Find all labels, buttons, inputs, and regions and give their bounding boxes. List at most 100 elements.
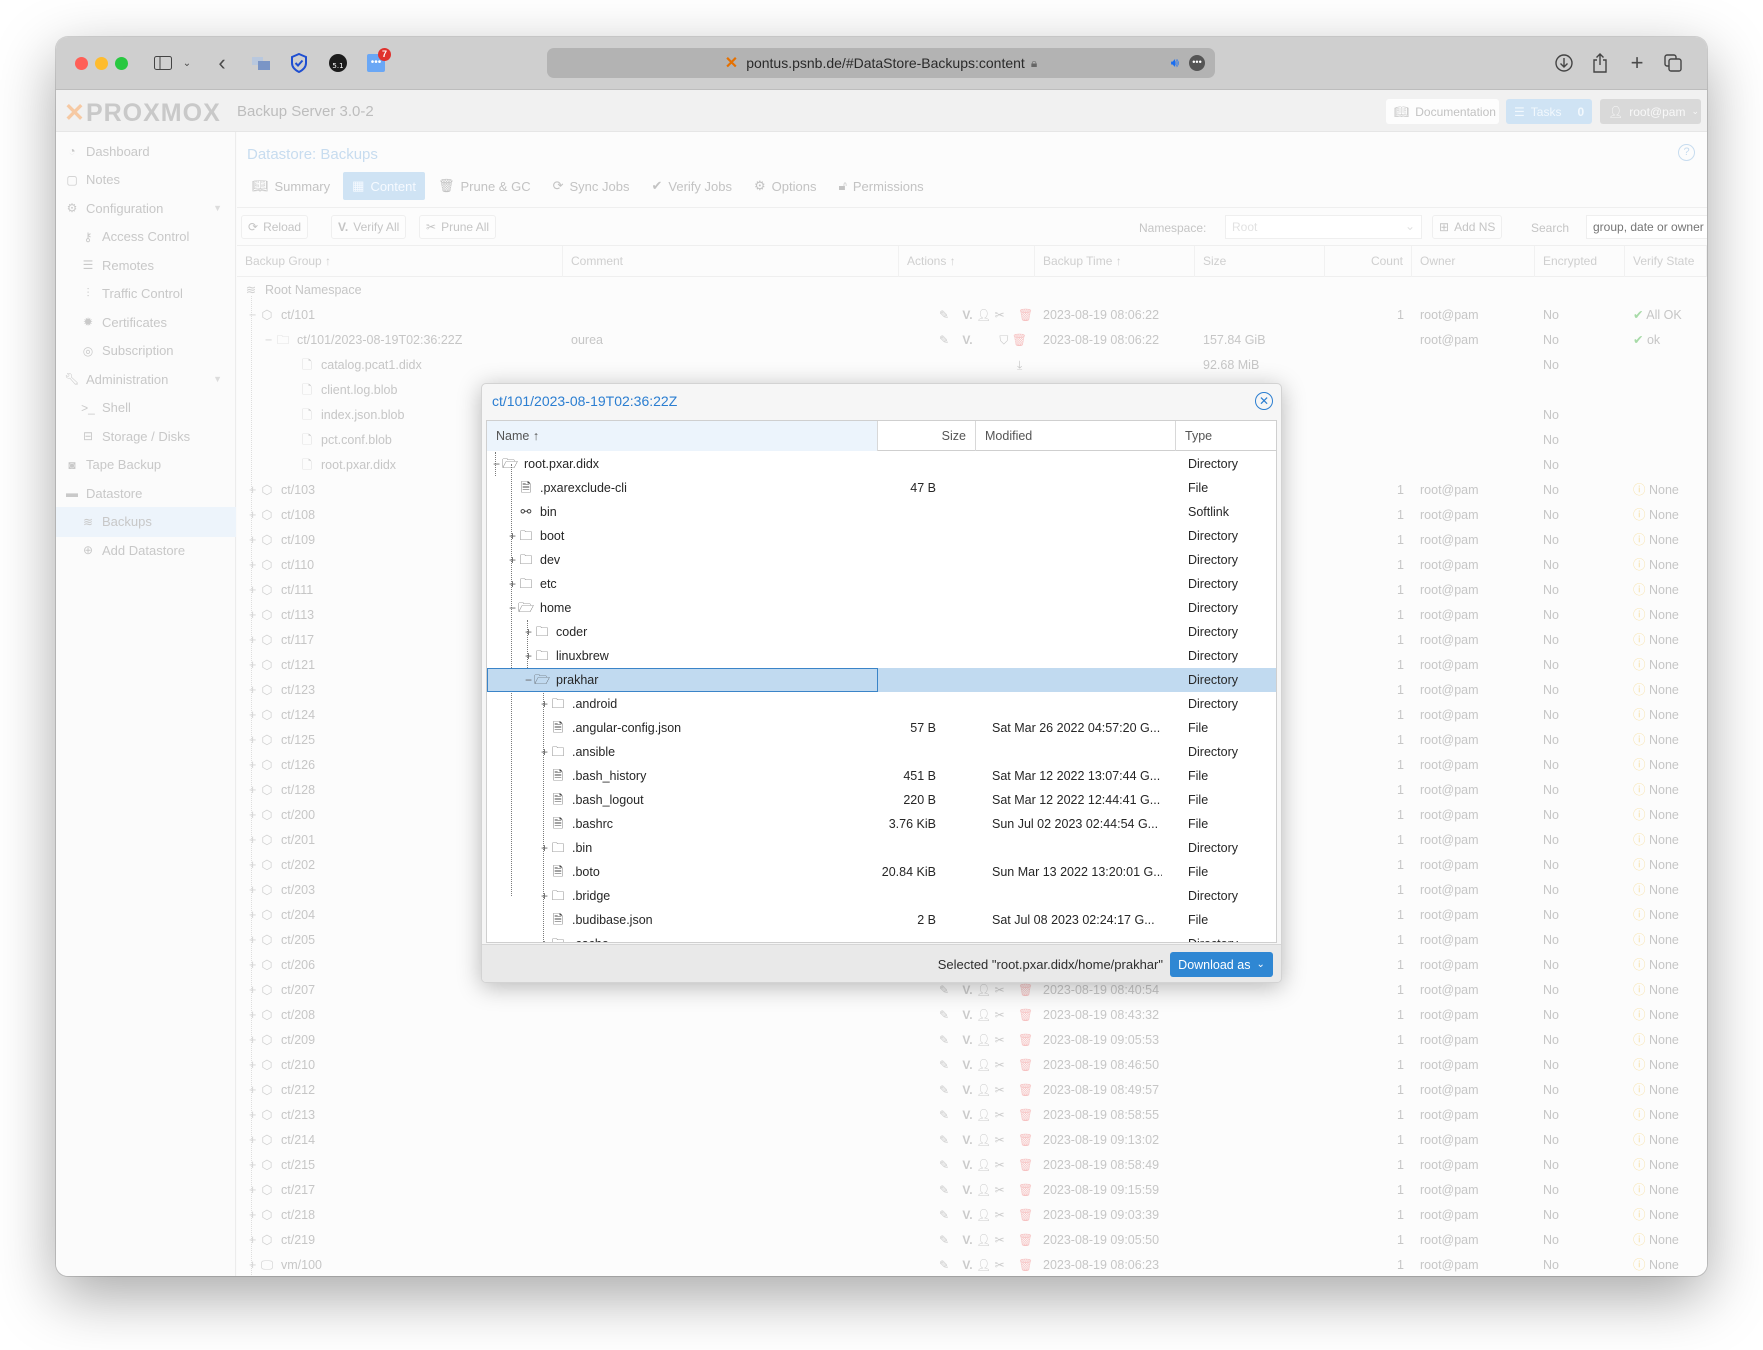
search-input[interactable] — [1586, 215, 1707, 239]
tab-sync-jobs[interactable]: ⟳ Sync Jobs — [544, 172, 639, 200]
change-owner-icon[interactable]: 👤︎ — [976, 1108, 991, 1122]
column-header-actions[interactable]: Actions ↑ — [899, 246, 1035, 277]
delete-icon[interactable]: 🗑︎ — [1018, 1083, 1033, 1097]
expand-toggle[interactable]: + — [249, 653, 259, 678]
delete-icon[interactable]: 🗑︎ — [1018, 1183, 1033, 1197]
expand-toggle[interactable]: + — [249, 1153, 259, 1178]
expand-toggle[interactable]: + — [507, 524, 518, 548]
sidebar-item-dashboard[interactable]: ◔ Dashboard — [56, 136, 236, 166]
expand-toggle[interactable]: + — [249, 578, 259, 603]
verify-all-button[interactable]: V. Verify All — [331, 215, 407, 239]
column-header-size[interactable]: Size — [1195, 246, 1325, 277]
more-icon[interactable]: ••• — [1189, 55, 1205, 71]
downloads-icon[interactable] — [1553, 50, 1575, 76]
delete-icon[interactable]: 🗑︎ — [1012, 333, 1027, 347]
change-owner-icon[interactable]: 👤︎ — [976, 983, 991, 997]
speaker-icon[interactable]: 🔊︎ — [1171, 55, 1179, 71]
expand-toggle[interactable]: + — [249, 553, 259, 578]
column-header-count[interactable]: Count — [1325, 246, 1412, 277]
expand-toggle[interactable]: + — [249, 528, 259, 553]
file-tree-row[interactable]: + 🗀 .ansible Directory — [487, 740, 1276, 764]
share-icon[interactable] — [1589, 50, 1611, 76]
change-owner-icon[interactable]: 👤︎ — [976, 1058, 991, 1072]
backup-group-row[interactable]: + ⬡ ct/215 ✎ V. 👤︎ ✂ 🗑︎ 2023-08-19 08:58:49 1… — [237, 1153, 1707, 1178]
expand-toggle[interactable]: + — [539, 836, 550, 860]
verify-icon[interactable]: V. — [962, 1133, 972, 1147]
documentation-button[interactable]: 📖︎ Documentation — [1386, 99, 1499, 124]
download-icon[interactable]: ⤓ — [1017, 353, 1022, 378]
snapshot-row[interactable]: − 🗀 ct/101/2023-08-19T02:36:22Z ourea ✎ V. ⛉… — [237, 328, 1707, 353]
expand-toggle[interactable]: + — [249, 828, 259, 853]
expand-toggle[interactable]: + — [249, 503, 259, 528]
column-name[interactable]: Name ↑ — [487, 421, 878, 451]
scissors-icon[interactable]: ✂ — [995, 308, 1005, 322]
file-tree-row[interactable]: +🗀 .cache Directory — [487, 932, 1276, 942]
collapse-toggle[interactable]: − — [249, 303, 259, 328]
edit-icon[interactable]: ✎ — [939, 1083, 949, 1097]
verify-icon[interactable]: V. — [962, 1058, 972, 1072]
tab-summary[interactable]: 📖︎ Summary — [243, 172, 339, 200]
edit-icon[interactable]: ✎ — [939, 1008, 949, 1022]
change-owner-icon[interactable]: 👤︎ — [976, 1233, 991, 1247]
expand-toggle[interactable]: + — [249, 478, 259, 503]
delete-icon[interactable]: 🗑︎ — [1018, 1158, 1033, 1172]
edit-icon[interactable]: ✎ — [939, 1058, 949, 1072]
scissors-icon[interactable]: ✂ — [995, 1208, 1005, 1222]
tab-permissions[interactable]: 🔓︎ Permissions — [829, 172, 932, 200]
column-header-encrypted[interactable]: Encrypted — [1535, 246, 1625, 277]
scissors-icon[interactable]: ✂ — [995, 1008, 1005, 1022]
delete-icon[interactable]: 🗑︎ — [1018, 1008, 1033, 1022]
expand-toggle[interactable]: + — [523, 620, 534, 644]
column-header-owner[interactable]: Owner — [1412, 246, 1535, 277]
expand-toggle[interactable]: + — [249, 878, 259, 903]
reload-button[interactable]: ⟳ Reload — [241, 215, 309, 239]
change-owner-icon[interactable]: 👤︎ — [976, 1083, 991, 1097]
file-tree-row[interactable]: 🗎 .angular-config.json 57 B Sat Mar 26 2022… — [487, 716, 1276, 740]
backup-group-row[interactable]: + ⬡ ct/214 ✎ V. 👤︎ ✂ 🗑︎ 2023-08-19 09:13:02 1… — [237, 1128, 1707, 1153]
change-owner-icon[interactable]: 👤︎ — [976, 1133, 991, 1147]
file-row[interactable]: 🗋 catalog.pcat1.didx ⤓ 92.68 MiB No — [237, 353, 1707, 378]
edit-icon[interactable]: ✎ — [939, 1183, 949, 1197]
namespace-select[interactable]: Root ⌄ — [1225, 215, 1422, 239]
file-tree-row[interactable]: 🗎 .bash_history 451 B Sat Mar 12 2022 13:07… — [487, 764, 1276, 788]
column-header-backup-group[interactable]: Backup Group ↑ — [237, 246, 563, 277]
expand-toggle[interactable]: + — [249, 1253, 259, 1276]
expand-toggle[interactable]: + — [249, 703, 259, 728]
help-icon[interactable]: ? — [1678, 144, 1695, 161]
expand-toggle[interactable]: + — [249, 853, 259, 878]
sidebar-item-certificates[interactable]: ✹ Certificates — [56, 307, 236, 337]
sidebar-item-shell[interactable]: >_ Shell — [56, 393, 236, 423]
expand-toggle[interactable]: + — [249, 903, 259, 928]
verify-icon[interactable]: V. — [962, 1233, 972, 1247]
edit-icon[interactable]: ✎ — [939, 1233, 949, 1247]
column-header-comment[interactable]: Comment — [563, 246, 899, 277]
file-tree-row[interactable]: 🗎 .bash_logout 220 B Sat Mar 12 2022 12:44:… — [487, 788, 1276, 812]
delete-icon[interactable]: 🗑︎ — [1018, 983, 1033, 997]
file-tree-row[interactable]: + 🗀 linuxbrew Directory — [487, 644, 1276, 668]
file-tree-row[interactable]: + 🗀 dev Directory — [487, 548, 1276, 572]
sidebar-item-subscription[interactable]: ◎ Subscription — [56, 336, 236, 366]
backup-group-row[interactable]: + ⬡ ct/210 ✎ V. 👤︎ ✂ 🗑︎ 2023-08-19 08:46:50 1… — [237, 1053, 1707, 1078]
scissors-icon[interactable]: ✂ — [995, 1258, 1005, 1272]
back-icon[interactable]: ‹ — [214, 50, 230, 76]
file-tree-row[interactable]: + 🗀 .android Directory — [487, 692, 1276, 716]
collapse-toggle[interactable]: − — [523, 668, 534, 692]
delete-icon[interactable]: 🗑︎ — [1018, 1258, 1033, 1272]
edit-icon[interactable]: ✎ — [939, 983, 949, 997]
tasks-button[interactable]: ☰ Tasks 0 — [1506, 99, 1592, 124]
change-owner-icon[interactable]: 👤︎ — [976, 1033, 991, 1047]
collapse-toggle[interactable]: − — [265, 328, 275, 353]
expand-toggle[interactable]: + — [249, 1203, 259, 1228]
verify-icon[interactable]: V. — [962, 1208, 972, 1222]
sidebar-item-administration[interactable]: 🔧︎ Administration ▼ — [56, 364, 236, 394]
verify-icon[interactable]: V. — [962, 1258, 972, 1272]
backup-group-row[interactable]: + ⬡ ct/212 ✎ V. 👤︎ ✂ 🗑︎ 2023-08-19 08:49:57 1… — [237, 1078, 1707, 1103]
tab-content[interactable]: ▦ Content — [343, 172, 425, 200]
delete-icon[interactable]: 🗑︎ — [1018, 1233, 1033, 1247]
address-bar[interactable]: ✕ pontus.psnb.de/#DataStore-Backups:cont… — [547, 48, 1215, 78]
column-header-backup-time[interactable]: Backup Time ↑ — [1035, 246, 1195, 277]
verify-icon[interactable]: V. — [962, 333, 972, 347]
expand-toggle[interactable]: + — [249, 1178, 259, 1203]
file-tree-row[interactable]: + 🗀 boot Directory — [487, 524, 1276, 548]
verify-icon[interactable]: V. — [962, 1158, 972, 1172]
